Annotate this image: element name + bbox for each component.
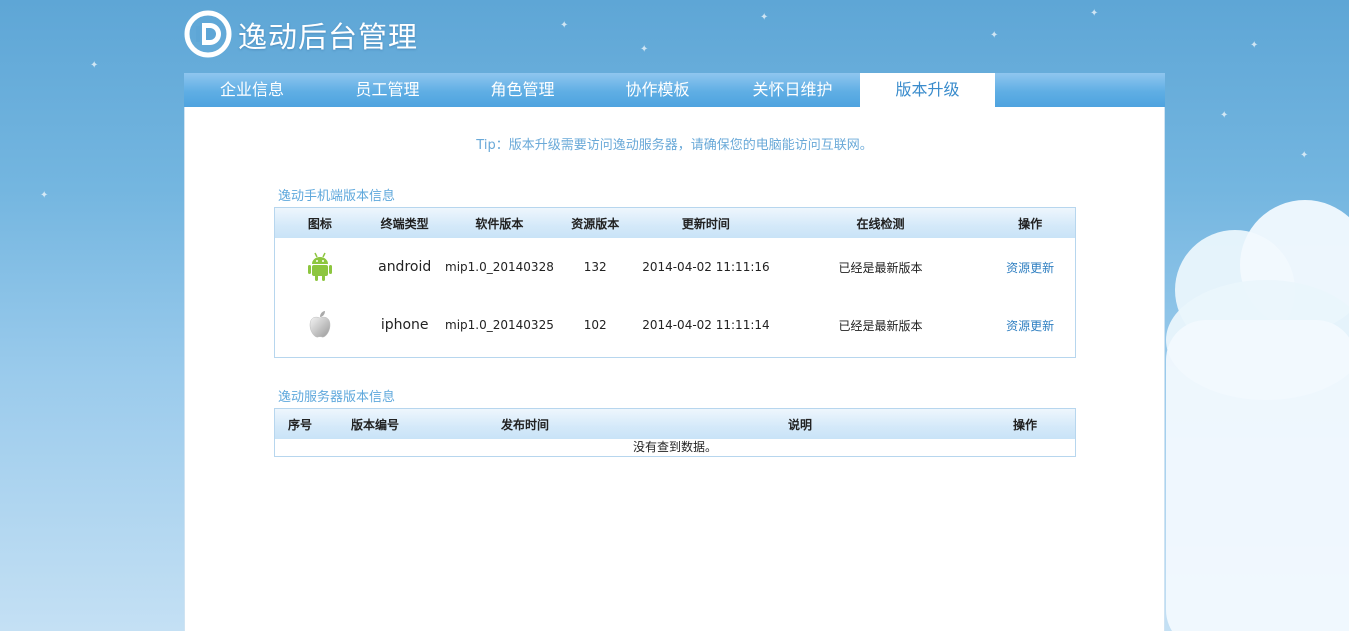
header-publish-time: 发布时间 — [500, 417, 549, 432]
device-type: android — [378, 259, 432, 275]
tab-templates[interactable]: 协作模板 — [590, 73, 725, 107]
header-update-time: 更新时间 — [681, 216, 730, 231]
server-version-table: 序号 版本编号 发布时间 说明 操作 没有查到数据。 — [274, 408, 1076, 457]
header-action: 操作 — [1018, 216, 1043, 231]
resource-version: 102 — [583, 318, 607, 332]
software-version: mip1.0_20140325 — [445, 318, 554, 332]
header-description: 说明 — [787, 417, 812, 432]
header-type: 终端类型 — [380, 216, 429, 231]
header-version-number: 版本编号 — [350, 417, 399, 432]
header-software-version: 软件版本 — [475, 216, 524, 231]
app-title: 逸动后台管理 — [238, 20, 419, 54]
resource-version: 132 — [583, 260, 607, 274]
mobile-section-title: 逸动手机端版本信息 — [278, 189, 396, 204]
device-type: iphone — [380, 317, 429, 333]
content-panel: Tip：版本升级需要访问逸动服务器，请确保您的电脑能访问互联网。 逸动手机端版本… — [184, 107, 1165, 631]
tab-company-info[interactable]: 企业信息 — [184, 73, 320, 107]
empty-message: 没有查到数据。 — [632, 440, 717, 454]
header-action: 操作 — [1012, 417, 1037, 432]
tab-roles[interactable]: 角色管理 — [455, 73, 590, 107]
apple-icon — [309, 310, 331, 337]
online-check-status: 已经是最新版本 — [838, 318, 923, 333]
tab-care-day[interactable]: 关怀日维护 — [725, 73, 860, 107]
software-version: mip1.0_20140328 — [445, 260, 554, 274]
main-nav: 企业信息 员工管理 角色管理 协作模板 关怀日维护 版本升级 — [184, 73, 1165, 107]
server-section-title: 逸动服务器版本信息 — [278, 390, 396, 405]
header-resource-version: 资源版本 — [571, 216, 620, 231]
tab-staff[interactable]: 员工管理 — [320, 73, 455, 107]
header-online-check: 在线检测 — [856, 216, 905, 231]
logo-icon — [184, 10, 232, 58]
tip-text: Tip：版本升级需要访问逸动服务器，请确保您的电脑能访问互联网。 — [476, 138, 873, 153]
header-index: 序号 — [287, 417, 312, 432]
table-header: 图标 终端类型 软件版本 资源版本 更新时间 在线检测 操作 — [275, 208, 1075, 238]
mobile-version-table: 图标 终端类型 软件版本 资源版本 更新时间 在线检测 操作 android m… — [274, 207, 1076, 358]
table-header: 序号 版本编号 发布时间 说明 操作 — [275, 409, 1075, 439]
tab-version-upgrade[interactable]: 版本升级 — [860, 73, 995, 107]
table-row-iphone: iphone mip1.0_20140325 102 2014-04-02 11… — [275, 296, 1075, 354]
android-icon — [307, 252, 332, 281]
table-row-android: android mip1.0_20140328 132 2014-04-02 1… — [275, 238, 1075, 296]
resource-update-link-iphone[interactable]: 资源更新 — [1006, 319, 1054, 333]
online-check-status: 已经是最新版本 — [838, 260, 923, 275]
header-icon: 图标 — [307, 216, 332, 231]
resource-update-link-android[interactable]: 资源更新 — [1006, 261, 1054, 275]
update-time: 2014-04-02 11:11:16 — [642, 260, 770, 274]
update-time: 2014-04-02 11:11:14 — [642, 318, 770, 332]
